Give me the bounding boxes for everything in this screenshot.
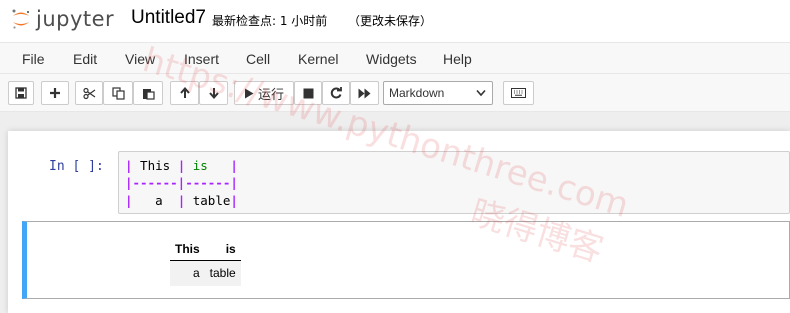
table-cell: table	[204, 260, 241, 286]
rendered-table: This is a table	[170, 238, 241, 286]
menu-insert[interactable]: Insert	[184, 51, 219, 67]
save-icon	[15, 87, 27, 99]
keyboard-icon	[511, 88, 526, 98]
table-header: This	[170, 238, 205, 261]
menubar: File Edit View Insert Cell Kernel Widget…	[0, 42, 790, 74]
arrow-up-icon	[179, 87, 190, 98]
play-icon	[244, 88, 254, 98]
cell-type-value: Markdown	[389, 86, 445, 100]
cut-icon	[82, 87, 95, 99]
move-down-button[interactable]	[199, 81, 228, 105]
table-header: is	[204, 238, 241, 261]
header: jupyter Untitled7 最新检查点: 1 小时前 （更改未保存）	[0, 0, 790, 38]
restart-icon	[330, 87, 342, 99]
menu-widgets[interactable]: Widgets	[366, 51, 417, 67]
table-row: a table	[170, 260, 241, 286]
paste-button[interactable]	[133, 81, 163, 105]
add-cell-button[interactable]	[41, 81, 69, 105]
stop-button[interactable]	[294, 81, 322, 105]
autosave-status: （更改未保存）	[348, 14, 433, 28]
arrow-down-icon	[208, 88, 219, 99]
plus-icon	[50, 88, 60, 98]
code-line: | This | is |	[125, 158, 238, 173]
run-label: 运行	[257, 86, 284, 102]
table-header-row: This is	[170, 238, 241, 261]
input-prompt: In [ ]:	[49, 159, 104, 174]
cut-button[interactable]	[75, 81, 103, 105]
save-button[interactable]	[8, 81, 34, 105]
menu-edit[interactable]: Edit	[73, 51, 97, 67]
notebook-title[interactable]: Untitled7	[131, 7, 206, 29]
menu-cell[interactable]: Cell	[246, 51, 270, 67]
logo-text: jupyter	[36, 7, 115, 31]
cell-type-select[interactable]: Markdown	[383, 81, 493, 105]
markdown-cell-selected[interactable]	[22, 221, 790, 299]
menu-view[interactable]: View	[125, 51, 155, 67]
run-all-button[interactable]	[350, 81, 379, 105]
checkpoint-status: 最新检查点: 1 小时前	[212, 14, 328, 28]
jupyter-logo-icon	[12, 9, 30, 29]
code-line: |------|------|	[125, 175, 238, 190]
copy-button[interactable]	[103, 81, 133, 105]
restart-button[interactable]	[322, 81, 350, 105]
fast-forward-icon	[358, 88, 371, 98]
stop-icon	[303, 88, 313, 98]
move-up-button[interactable]	[170, 81, 199, 105]
menu-help[interactable]: Help	[443, 51, 472, 67]
jupyter-logo[interactable]: jupyter	[10, 6, 120, 32]
menu-file[interactable]: File	[22, 51, 45, 67]
run-button[interactable]: 运行	[234, 81, 294, 105]
menu-kernel[interactable]: Kernel	[298, 51, 338, 67]
code-editor[interactable]: | This | is | |------|------| | a | tabl…	[118, 151, 790, 214]
command-palette-button[interactable]	[503, 81, 534, 105]
table-cell: a	[170, 260, 205, 286]
paste-icon	[142, 88, 155, 100]
chevron-down-icon	[476, 89, 486, 97]
code-line: | a | table|	[125, 193, 238, 208]
copy-icon	[111, 86, 125, 100]
